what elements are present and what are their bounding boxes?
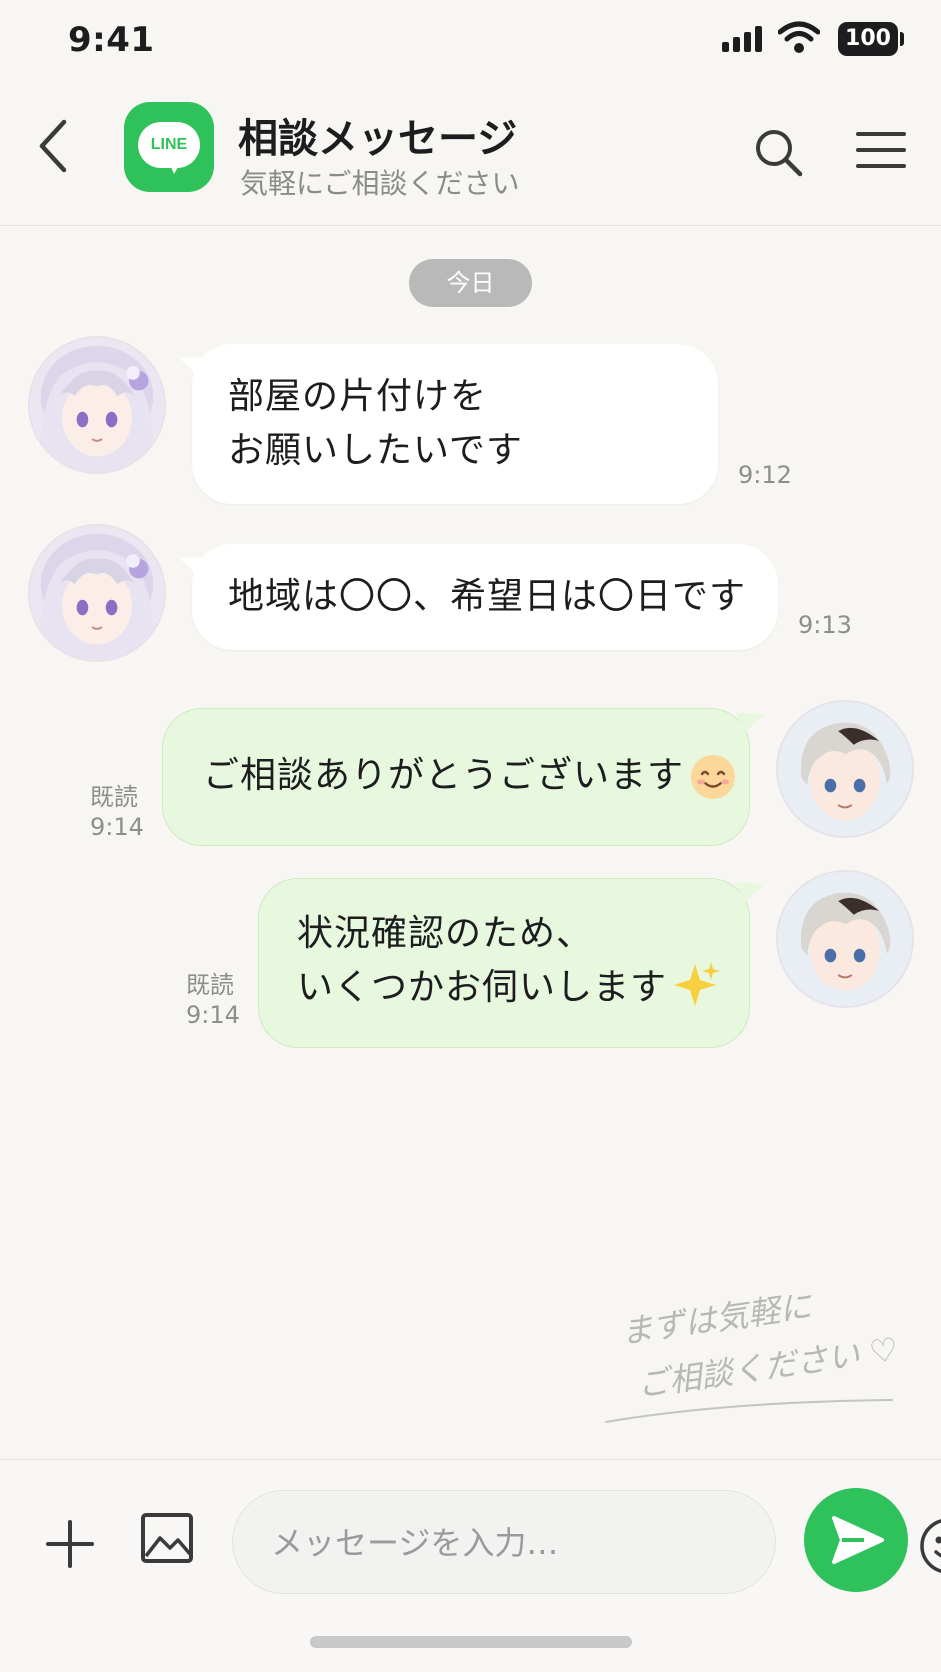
send-button[interactable] xyxy=(804,1488,908,1592)
chat-title: 相談メッセージ xyxy=(238,116,518,162)
message-time: 9:12 xyxy=(738,461,792,489)
handwritten-note: まずは気軽に ご相談ください ♡ xyxy=(605,1287,916,1430)
bubble-tail xyxy=(735,702,769,734)
message-time: 9:14 xyxy=(186,1001,240,1029)
outgoing-message-bubble[interactable]: 状況確認のため、 いくつかお伺いします xyxy=(258,872,769,1048)
read-receipt: 既読 xyxy=(186,971,234,999)
girl-avatar-icon xyxy=(30,338,164,472)
note-underline xyxy=(605,1399,893,1423)
battery-tip xyxy=(900,32,904,46)
incoming-message-bubble[interactable]: 地域は〇〇、希望日は〇日です xyxy=(175,544,778,650)
girl-avatar-icon xyxy=(30,526,164,660)
message-input[interactable] xyxy=(271,1517,671,1569)
message-input-bar xyxy=(0,1459,941,1672)
chat-subtitle: 気軽にご相談ください xyxy=(240,167,520,200)
home-indicator xyxy=(310,1636,632,1648)
bubble-tail xyxy=(735,872,769,904)
plus-icon[interactable] xyxy=(44,1518,96,1570)
emoji-icon[interactable] xyxy=(919,1517,941,1575)
date-divider: 今日 xyxy=(409,259,532,307)
line-logo-tail xyxy=(168,160,182,174)
message-text: ご相談ありがとうございます xyxy=(203,749,736,803)
message-text: 部屋の片付けを お願いしたいです xyxy=(228,376,523,471)
boy-avatar-icon xyxy=(778,702,912,836)
battery-indicator: 100 xyxy=(838,22,898,56)
smiling-face-emoji xyxy=(691,755,736,799)
search-icon[interactable] xyxy=(752,126,804,178)
status-time: 9:41 xyxy=(68,20,155,60)
bubble-tail xyxy=(175,348,207,378)
back-icon[interactable] xyxy=(30,114,80,178)
message-text-content: ご相談ありがとうございます xyxy=(203,755,685,796)
wifi-icon xyxy=(778,21,820,53)
bubble-tail xyxy=(175,548,207,578)
agent-avatar[interactable] xyxy=(776,870,914,1008)
boy-avatar-icon xyxy=(778,872,912,1006)
message-text: 地域は〇〇、希望日は〇日です xyxy=(228,576,747,617)
status-bar: 9:41 100 xyxy=(0,0,941,84)
incoming-message-bubble[interactable]: 部屋の片付けを お願いしたいです xyxy=(175,344,718,504)
message-text-content: 状況確認のため、 いくつかお伺いします xyxy=(297,913,668,1008)
sparkles-emoji xyxy=(674,962,721,1006)
read-receipt: 既読 xyxy=(90,783,138,811)
image-icon[interactable] xyxy=(140,1512,194,1564)
message-time: 9:14 xyxy=(90,813,144,841)
cellular-signal-icon xyxy=(722,26,764,52)
menu-icon[interactable] xyxy=(856,128,906,172)
sender-avatar[interactable] xyxy=(28,336,166,474)
line-logo: LINE xyxy=(124,102,214,192)
agent-avatar[interactable] xyxy=(776,700,914,838)
message-text: 状況確認のため、 いくつかお伺いします xyxy=(297,907,721,1015)
send-icon xyxy=(832,1516,884,1564)
sender-avatar[interactable] xyxy=(28,524,166,662)
message-time: 9:13 xyxy=(798,611,852,639)
outgoing-message-bubble[interactable]: ご相談ありがとうございます xyxy=(162,702,769,846)
message-input-container[interactable] xyxy=(232,1490,941,1594)
chat-header: LINE 相談メッセージ 気軽にご相談ください xyxy=(0,84,941,226)
